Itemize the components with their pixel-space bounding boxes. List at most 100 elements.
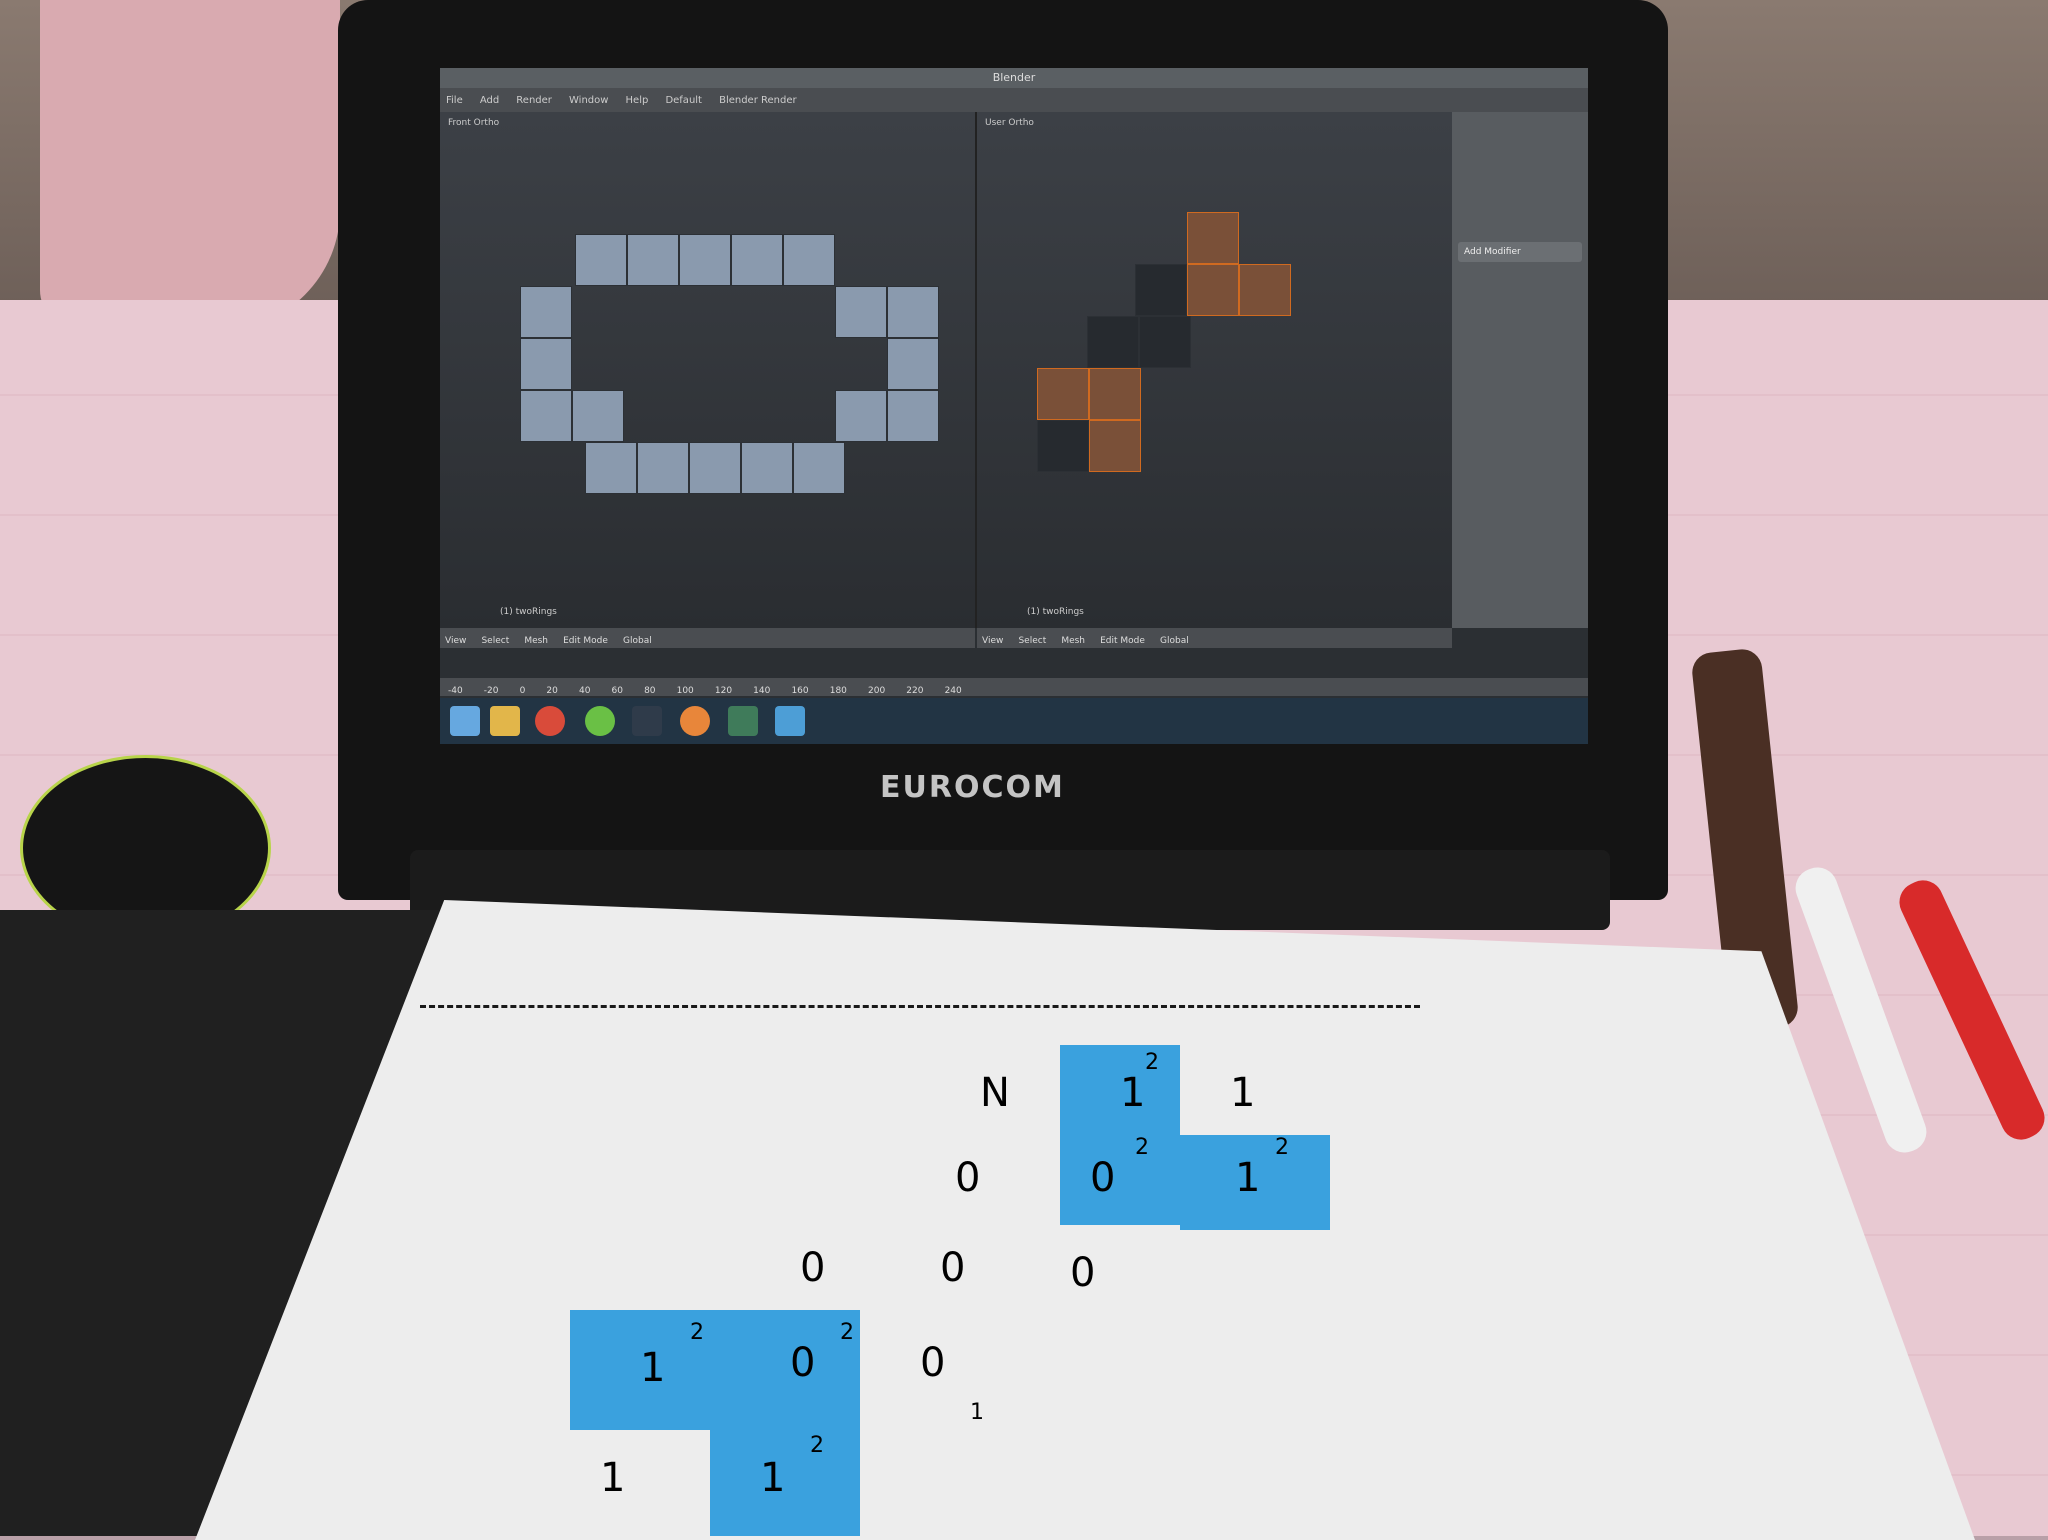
viewport-header-left: View Select Mesh Edit Mode Global — [440, 628, 975, 648]
tick: 120 — [714, 686, 733, 696]
mesh-face — [575, 234, 627, 286]
handwritten-mark: 0 — [920, 1340, 946, 1386]
menu-file[interactable]: File — [446, 95, 463, 106]
handwritten-mark: 1 — [1230, 1070, 1256, 1116]
mesh-face — [520, 390, 572, 442]
header-orientation[interactable]: Global — [623, 636, 652, 646]
handwritten-mark: 0 — [955, 1155, 981, 1201]
blender-icon[interactable] — [680, 706, 710, 736]
render-engine-selector[interactable]: Blender Render — [719, 95, 797, 106]
spotify-icon[interactable] — [585, 706, 615, 736]
mesh-face — [520, 338, 572, 390]
handwritten-mark: 1 — [600, 1455, 626, 1501]
selected-face — [1037, 368, 1089, 420]
tick: 60 — [611, 686, 623, 696]
properties-panel: Add Modifier — [1452, 112, 1588, 628]
mesh-face — [741, 442, 793, 494]
box-icon[interactable] — [775, 706, 805, 736]
mesh-face — [627, 234, 679, 286]
menu-render[interactable]: Render — [516, 95, 552, 106]
tick: 240 — [944, 686, 962, 696]
handwritten-mark: 2 — [1145, 1050, 1159, 1075]
tick: 160 — [791, 686, 809, 696]
viewport-front-object: (1) twoRings — [500, 607, 557, 617]
header-orientation[interactable]: Global — [1160, 636, 1189, 646]
menu-window[interactable]: Window — [569, 95, 608, 106]
header-view[interactable]: View — [445, 636, 466, 646]
viewport-front-label: Front Ortho — [448, 118, 500, 128]
viewport-user[interactable]: User Ortho (1) twoRings — [977, 112, 1454, 628]
mesh-face — [1037, 420, 1089, 472]
mesh-face — [731, 234, 783, 286]
handwritten-mark: 2 — [1275, 1135, 1289, 1160]
laptop-brand-logo: EUROCOM — [880, 770, 1065, 805]
handwritten-mark: 1 — [760, 1455, 786, 1501]
tick: 180 — [829, 686, 847, 696]
tick: -20 — [483, 686, 499, 696]
selected-face — [1089, 368, 1141, 420]
steam-icon[interactable] — [632, 706, 662, 736]
windows-taskbar — [440, 698, 1588, 744]
pink-fabric — [40, 0, 340, 330]
handwritten-mark: 0 — [800, 1245, 826, 1291]
handwritten-mark: 1 — [640, 1345, 666, 1391]
mesh-face — [1139, 316, 1191, 368]
handwritten-mark: 0 — [790, 1340, 816, 1386]
scene-selector[interactable]: Default — [665, 95, 702, 106]
selected-face — [1187, 264, 1239, 316]
grid-top-line — [420, 1005, 1420, 1101]
mesh-face — [887, 390, 939, 442]
markers — [1789, 850, 2048, 1220]
mesh-face — [835, 390, 887, 442]
mesh-face — [887, 338, 939, 390]
tick: 40 — [578, 686, 591, 696]
mesh-face — [793, 442, 845, 494]
mesh-face — [1135, 264, 1187, 316]
file-explorer-icon[interactable] — [490, 706, 520, 736]
viewport-user-label: User Ortho — [985, 118, 1034, 128]
handwritten-mark: 0 — [1090, 1155, 1116, 1201]
menu-help[interactable]: Help — [626, 95, 649, 106]
header-mode[interactable]: Edit Mode — [563, 636, 608, 646]
blue-cell — [570, 1310, 860, 1430]
app-icon[interactable] — [728, 706, 758, 736]
handwritten-mark: 2 — [810, 1433, 824, 1458]
tick: 100 — [676, 686, 694, 696]
tick: 80 — [644, 686, 656, 696]
handwritten-mark: 2 — [690, 1320, 704, 1345]
selected-face — [1239, 264, 1291, 316]
viewport-user-object: (1) twoRings — [1027, 607, 1084, 617]
header-select[interactable]: Select — [481, 636, 509, 646]
menu-bar: File Add Render Window Help Default Blen… — [440, 88, 1588, 112]
header-mesh[interactable]: Mesh — [1061, 636, 1085, 646]
chrome-icon[interactable] — [535, 706, 565, 736]
tick: -40 — [448, 686, 463, 696]
laptop-screen: Blender File Add Render Window Help Defa… — [440, 68, 1588, 744]
mesh-face — [689, 442, 741, 494]
tick: 220 — [906, 686, 924, 696]
viewport-front[interactable]: Front Ortho (1) twoRings — [440, 112, 977, 628]
tick: 140 — [753, 686, 771, 696]
header-mode[interactable]: Edit Mode — [1100, 636, 1145, 646]
handwritten-mark: 1 — [1120, 1070, 1146, 1116]
windows-start-icon[interactable] — [450, 706, 480, 736]
mesh-face — [637, 442, 689, 494]
handwritten-mark: 1 — [970, 1400, 984, 1425]
mesh-face — [887, 286, 939, 338]
window-title: Blender — [440, 68, 1588, 88]
header-mesh[interactable]: Mesh — [524, 636, 548, 646]
handwritten-mark: 0 — [940, 1245, 966, 1291]
header-select[interactable]: Select — [1018, 636, 1046, 646]
header-view[interactable]: View — [982, 636, 1003, 646]
mesh-face — [1087, 316, 1139, 368]
timeline-ruler[interactable]: -40 -20 0 20 40 60 80 100 120 140 160 18… — [440, 678, 1588, 696]
menu-add[interactable]: Add — [480, 95, 499, 106]
mesh-face — [520, 286, 572, 338]
add-modifier-button[interactable]: Add Modifier — [1458, 242, 1582, 262]
mesh-face — [783, 234, 835, 286]
handwritten-mark: 2 — [840, 1320, 854, 1345]
handwritten-mark: N — [980, 1070, 1010, 1116]
handwritten-mark: 1 — [1235, 1155, 1261, 1201]
tick: 200 — [868, 686, 886, 696]
tick: 0 — [519, 686, 526, 696]
